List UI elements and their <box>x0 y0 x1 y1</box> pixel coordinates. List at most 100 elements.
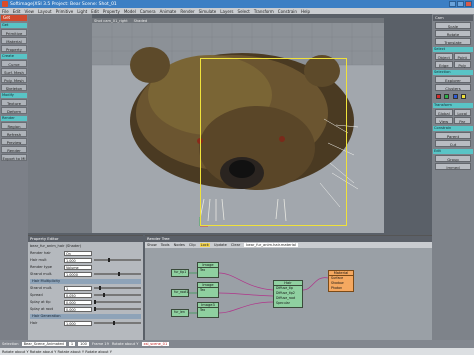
viewport-camera-label[interactable]: Shot cam_01_right <box>94 19 128 23</box>
property-value-field[interactable]: 0.000 <box>64 299 92 305</box>
property-slider[interactable] <box>94 307 141 311</box>
menu-layout[interactable]: Layout <box>38 9 52 14</box>
viewport[interactable]: Shot cam_01_right Shaded <box>92 18 384 233</box>
image-node-3[interactable]: Image3 Tex <box>197 302 219 318</box>
curve-button[interactable]: Curve <box>1 60 27 67</box>
property-value-field[interactable]: 1 <box>64 285 92 291</box>
menu-constrain[interactable]: Constrain <box>278 9 297 14</box>
poly-mode-button[interactable]: Poly <box>453 61 471 68</box>
image-node-1[interactable]: Image Tex <box>197 262 219 278</box>
rt-menu-clear[interactable]: Clear <box>231 243 240 247</box>
menu-animate[interactable]: Animate <box>160 9 177 14</box>
menu-property[interactable]: Property <box>103 9 120 14</box>
edge-mode-button[interactable]: Edge <box>435 61 453 68</box>
view-button[interactable]: View <box>435 117 453 124</box>
maximize-icon[interactable] <box>457 1 464 7</box>
timeline-row: Selection Bear_Scene_Animated 1 100 Fram… <box>0 340 474 348</box>
local-button[interactable]: Local <box>453 109 471 116</box>
parent-button[interactable]: Parent <box>435 132 471 139</box>
source-node-3[interactable]: fur_len <box>171 309 189 317</box>
menu-transform[interactable]: Transform <box>254 9 274 14</box>
explorer-button[interactable]: Explorer <box>435 76 471 83</box>
frame-start-field[interactable]: 1 <box>68 342 76 346</box>
material-button[interactable]: Material <box>1 37 27 44</box>
immed-button[interactable]: Immed <box>435 163 471 170</box>
yellow-swatch[interactable] <box>460 94 466 99</box>
property-slider[interactable] <box>94 258 141 262</box>
menu-camera[interactable]: Camera <box>140 9 156 14</box>
menu-select[interactable]: Select <box>238 9 250 14</box>
scale-button[interactable]: Scale <box>435 22 471 29</box>
frame-end-field[interactable]: 100 <box>78 342 89 346</box>
property-value-field[interactable]: 1.000 <box>64 257 92 263</box>
property-slider[interactable] <box>94 321 141 325</box>
property-value-field[interactable]: On <box>64 250 92 256</box>
menu-file[interactable]: File <box>2 9 9 14</box>
menu-render[interactable]: Render <box>180 9 194 14</box>
preview-button[interactable]: Preview <box>1 138 27 145</box>
menu-view[interactable]: View <box>24 9 34 14</box>
translate-button[interactable]: Translate <box>435 38 471 45</box>
material-node[interactable]: Material Surface Shadow Photon <box>328 270 354 292</box>
property-slider[interactable] <box>94 272 141 276</box>
menu-model[interactable]: Model <box>124 9 136 14</box>
region-button[interactable]: Region <box>1 122 27 129</box>
hair-multiplicity-section[interactable]: Hair Multiplicity <box>30 279 141 284</box>
blue-swatch[interactable] <box>452 94 458 99</box>
surf-mesh-button[interactable]: Surf. Mesh <box>1 68 27 75</box>
source-node-2[interactable]: fur_root1 <box>171 289 189 297</box>
group-get: Get <box>1 23 27 28</box>
render-tree-canvas[interactable]: fur_tip1 fur_root1 fur_len Image Tex Ima… <box>145 248 432 341</box>
property-slider[interactable] <box>94 300 141 304</box>
menu-edit[interactable]: Edit <box>13 9 21 14</box>
command-line-input[interactable]: xsi_scene_01 <box>141 342 170 346</box>
menu-primitive[interactable]: Primitive <box>56 9 74 14</box>
cut-button[interactable]: Cut <box>435 140 471 147</box>
rt-lock-toggle[interactable]: Lock <box>199 243 210 247</box>
property-value-field[interactable]: 1.000 <box>64 320 92 326</box>
hair-shader-node[interactable]: Hair Diffuse_tip Diffuse_tip2 Diffuse_ro… <box>273 280 303 308</box>
image-node-2[interactable]: Image Tex <box>197 282 219 298</box>
primitive-button[interactable]: Primitive <box>1 29 27 36</box>
deform-button[interactable]: Deform <box>1 107 27 114</box>
render-button[interactable]: Render <box>1 146 27 153</box>
object-mode-button[interactable]: Object <box>435 53 453 60</box>
property-button[interactable]: Property <box>1 45 27 52</box>
scene-path-field[interactable]: Bear_Scene_Animated <box>21 342 66 346</box>
rt-menu-clip[interactable]: Clip <box>189 243 196 247</box>
property-value-field[interactable]: 0.000 <box>64 306 92 312</box>
property-value-field[interactable]: 1.0000 <box>64 271 92 277</box>
close-icon[interactable] <box>465 1 472 7</box>
render-tree-breadcrumb[interactable]: bear_fur_anim.hair.material <box>244 243 298 247</box>
rotate-button[interactable]: Rotate <box>435 30 471 37</box>
export-mi-button[interactable]: Export to MI <box>1 154 27 161</box>
property-value-field[interactable]: 0.050 <box>64 292 92 298</box>
minimize-icon[interactable] <box>449 1 456 7</box>
viewport-mode[interactable]: Shaded <box>134 19 148 23</box>
global-button[interactable]: Global <box>435 109 453 116</box>
skeleton-button[interactable]: Skeleton <box>1 84 27 91</box>
menu-help[interactable]: Help <box>301 9 310 14</box>
hair-generation-section[interactable]: Hair Generation <box>30 314 141 319</box>
refresh-button[interactable]: Refresh <box>1 130 27 137</box>
texture-button[interactable]: Texture <box>1 99 27 106</box>
source-node-1[interactable]: fur_tip1 <box>171 269 189 277</box>
green-swatch[interactable] <box>444 94 450 99</box>
property-value-field[interactable]: Volume <box>64 264 92 270</box>
rt-menu-tools[interactable]: Tools <box>161 243 170 247</box>
rt-menu-nodes[interactable]: Nodes <box>174 243 185 247</box>
menu-edit-2[interactable]: Edit <box>91 9 99 14</box>
property-slider[interactable] <box>94 293 141 297</box>
menu-layers[interactable]: Layers <box>220 9 233 14</box>
menu-light[interactable]: Light <box>77 9 87 14</box>
clusters-button[interactable]: Clusters <box>435 84 471 91</box>
red-swatch[interactable] <box>436 94 441 99</box>
property-slider[interactable] <box>94 286 141 290</box>
group-button[interactable]: Group <box>435 155 471 162</box>
rt-menu-show[interactable]: Show <box>147 243 157 247</box>
poly-mesh-button[interactable]: Poly. Mesh <box>1 76 27 83</box>
rt-menu-update[interactable]: Update <box>214 243 227 247</box>
par-button[interactable]: Par <box>453 117 471 124</box>
menu-simulate[interactable]: Simulate <box>199 9 217 14</box>
point-mode-button[interactable]: Point <box>453 53 471 60</box>
